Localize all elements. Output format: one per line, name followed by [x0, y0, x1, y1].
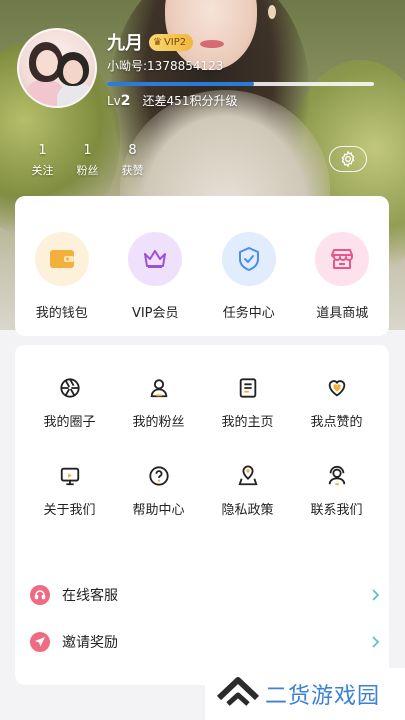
- chevron-right-icon: [368, 635, 382, 649]
- location-icon: [235, 463, 261, 489]
- menu-help-center[interactable]: 帮助中心: [114, 463, 203, 518]
- background-figure-earring: [268, 5, 276, 19]
- avatar[interactable]: [17, 28, 97, 108]
- quick-actions-card: 我的钱包 VIP会员 任务中心 道具商城: [15, 196, 389, 336]
- background-figure-lips: [200, 40, 224, 48]
- chevron-right-icon: [368, 588, 382, 602]
- store-icon: [315, 232, 370, 286]
- quick-action-label: 道具商城: [316, 306, 369, 321]
- username: 九月: [107, 33, 143, 54]
- profile-stats: 1 关注 1 粉丝 8 获赞: [26, 143, 155, 178]
- menu-my-fans[interactable]: 我的粉丝: [114, 375, 203, 430]
- menu-privacy-policy[interactable]: 隐私政策: [203, 463, 292, 518]
- menu-label: 联系我们: [310, 503, 363, 518]
- question-icon: [146, 463, 172, 489]
- list-item-invite-rewards[interactable]: 邀请奖励: [30, 629, 382, 655]
- aperture-icon: [57, 375, 83, 401]
- stat-following[interactable]: 1 关注: [20, 143, 65, 178]
- quick-action-vip[interactable]: VIP会员: [109, 232, 203, 321]
- level-progress-fill: [107, 82, 254, 86]
- headset-icon: [30, 585, 50, 605]
- menu-label: 帮助中心: [132, 503, 185, 518]
- list-item-label: 邀请奖励: [62, 635, 118, 651]
- vip-badge-label: VIP2: [163, 37, 187, 48]
- list-item-label: 在线客服: [62, 588, 118, 604]
- stat-count: 1: [83, 143, 92, 158]
- level-info: Lv2 还差451积分升级: [107, 92, 237, 109]
- menu-about-us[interactable]: 关于我们: [25, 463, 114, 518]
- menu-my-homepage[interactable]: 我的主页: [203, 375, 292, 430]
- quick-actions-grid: 我的钱包 VIP会员 任务中心 道具商城: [15, 232, 389, 321]
- crown-icon: [128, 232, 183, 286]
- crown-icon: ♛: [153, 37, 162, 48]
- menu-my-circles[interactable]: 我的圈子: [25, 375, 114, 430]
- person-icon: [146, 375, 172, 401]
- menu-label: 我的圈子: [43, 415, 96, 430]
- menu-card: 我的圈子 我的粉丝 我的主页 我点赞的 关于我们 帮助中心 隐私政策 联系我们 …: [15, 345, 389, 685]
- monitor-icon: [57, 463, 83, 489]
- quick-action-store[interactable]: 道具商城: [296, 232, 390, 321]
- level-hint: 还差451积分升级: [142, 94, 238, 108]
- settings-button[interactable]: [329, 146, 367, 172]
- menu-grid-row-2: 关于我们 帮助中心 隐私政策 联系我们: [15, 463, 389, 518]
- stat-label: 关注: [31, 164, 54, 177]
- menu-grid-row-1: 我的圈子 我的粉丝 我的主页 我点赞的: [15, 375, 389, 430]
- gear-icon: [341, 150, 355, 168]
- send-icon: [30, 632, 50, 652]
- quick-action-wallet[interactable]: 我的钱包: [15, 232, 109, 321]
- level-progress-bar: [107, 82, 374, 86]
- shield-check-icon: [221, 232, 276, 286]
- menu-contact-us[interactable]: 联系我们: [292, 463, 381, 518]
- quick-action-label: 任务中心: [222, 306, 275, 321]
- wallet-icon: [34, 232, 89, 286]
- stat-count: 1: [38, 143, 47, 158]
- list-item-online-service[interactable]: 在线客服: [30, 582, 382, 608]
- quick-action-tasks[interactable]: 任务中心: [202, 232, 296, 321]
- level-prefix: Lv: [107, 94, 121, 108]
- level-number: 2: [120, 93, 131, 109]
- menu-label: 隐私政策: [221, 503, 274, 518]
- menu-label: 我的粉丝: [132, 415, 185, 430]
- vip-badge[interactable]: ♛ VIP2: [149, 34, 194, 51]
- stat-likes[interactable]: 8 获赞: [110, 143, 155, 178]
- stat-label: 粉丝: [76, 164, 99, 177]
- heart-icon: [324, 375, 350, 401]
- watermark-text: 二货游戏园: [265, 684, 381, 709]
- watermark-logo: [216, 677, 260, 706]
- menu-label: 我点赞的: [310, 415, 363, 430]
- quick-action-label: 我的钱包: [35, 306, 88, 321]
- stat-count: 8: [128, 143, 137, 158]
- contact-icon: [324, 463, 350, 489]
- quick-action-label: VIP会员: [131, 306, 179, 321]
- stat-followers[interactable]: 1 粉丝: [65, 143, 110, 178]
- menu-my-likes[interactable]: 我点赞的: [292, 375, 381, 430]
- menu-label: 关于我们: [43, 503, 96, 518]
- menu-label: 我的主页: [221, 415, 274, 430]
- account-id: 小呦号:1378854123: [107, 59, 224, 73]
- document-icon: [235, 375, 261, 401]
- stat-label: 获赞: [121, 164, 144, 177]
- site-watermark: 二货游戏园: [205, 668, 405, 720]
